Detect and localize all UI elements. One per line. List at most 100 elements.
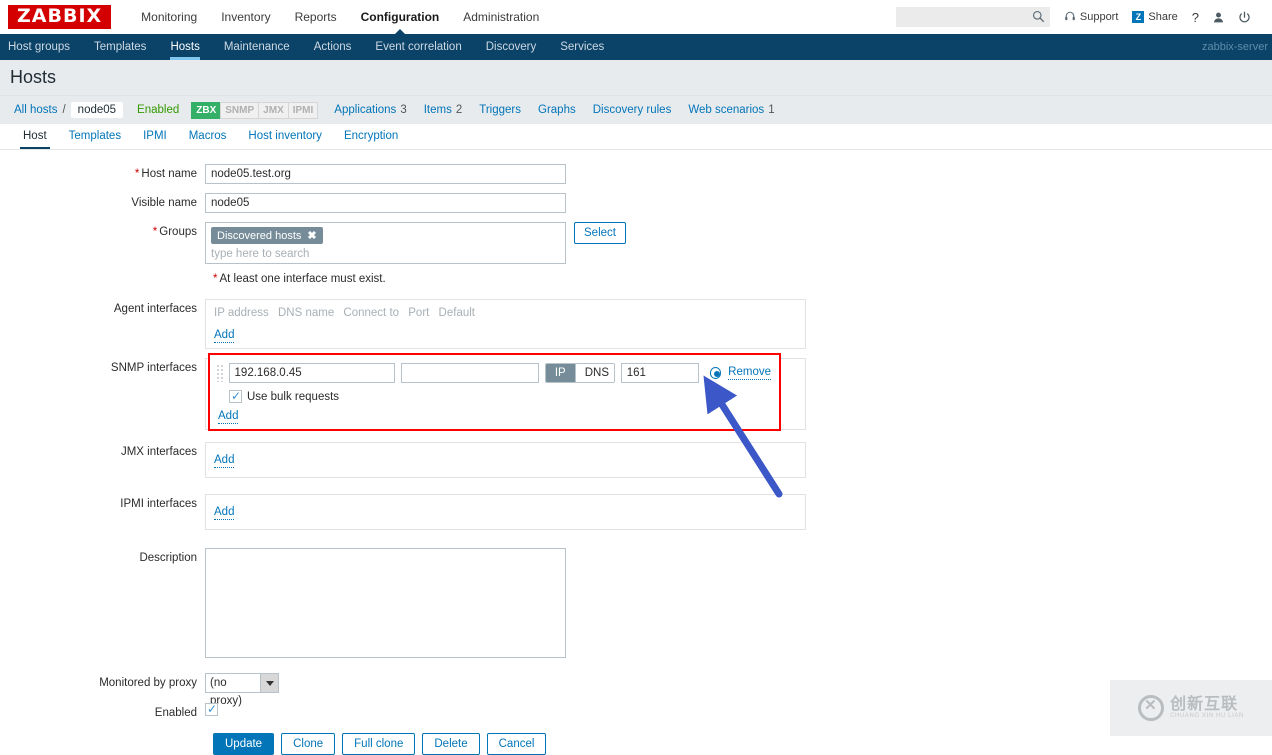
delete-button[interactable]: Delete: [422, 733, 480, 755]
enabled-checkbox[interactable]: [205, 702, 218, 716]
form-actions: Update Clone Full clone Delete Cancel: [213, 733, 1272, 755]
snmp-interfaces-add-link[interactable]: Add: [218, 410, 239, 424]
form-tabs: Host Templates IPMI Macros Host inventor…: [0, 124, 1272, 150]
snmp-interface-row: IP DNS Remove: [216, 363, 771, 383]
agent-interfaces-label: Agent interfaces: [113, 303, 197, 315]
menu-monitoring[interactable]: Monitoring: [129, 0, 209, 34]
link-discovery-rules[interactable]: Discovery rules: [593, 104, 672, 116]
menu-administration[interactable]: Administration: [451, 0, 551, 34]
update-button[interactable]: Update: [213, 733, 275, 755]
count-applications: 3: [400, 104, 407, 116]
zabbix-logo[interactable]: ZABBIX: [8, 5, 112, 29]
tab-host[interactable]: Host: [12, 124, 58, 149]
link-graphs[interactable]: Graphs: [538, 104, 576, 116]
proxy-select[interactable]: (no proxy): [205, 673, 279, 707]
field-snmp-interfaces: SNMP interfaces IP DNS Remove: [0, 353, 1272, 431]
groups-select-button[interactable]: Select: [574, 222, 626, 244]
search-icon: [1032, 10, 1045, 26]
snmp-highlight-box: IP DNS Remove Use bulk requests Add: [208, 353, 781, 431]
subnav-discovery[interactable]: Discovery: [474, 34, 548, 60]
connect-to-ip-option[interactable]: IP: [545, 364, 575, 382]
share-link[interactable]: Z Share: [1132, 11, 1178, 23]
watermark-logo-icon: [1138, 695, 1165, 721]
support-link[interactable]: Support: [1064, 10, 1118, 25]
cancel-button[interactable]: Cancel: [486, 733, 547, 755]
ipmi-interfaces-add-link[interactable]: Add: [214, 506, 235, 520]
col-dns-name: DNS name: [277, 307, 335, 319]
jmx-interfaces-add-link[interactable]: Add: [214, 454, 235, 468]
count-web-scenarios: 1: [768, 104, 775, 116]
visible-name-input[interactable]: [205, 193, 566, 213]
drag-handle-icon[interactable]: [216, 364, 224, 382]
groups-multiselect[interactable]: Discovered hosts ✖ type here to search: [205, 222, 566, 264]
sign-out-icon[interactable]: [1238, 11, 1251, 24]
snmp-dns-input[interactable]: [400, 363, 539, 383]
tab-ipmi[interactable]: IPMI: [132, 124, 178, 149]
tab-host-inventory[interactable]: Host inventory: [237, 124, 333, 149]
breadcrumb: All hosts / node05 Enabled ZBX SNMP JMX …: [0, 96, 1272, 124]
subnav-maintenance[interactable]: Maintenance: [212, 34, 302, 60]
menu-configuration[interactable]: Configuration: [349, 0, 452, 35]
link-items[interactable]: Items: [424, 104, 452, 116]
subnav-host-groups[interactable]: Host groups: [0, 34, 82, 60]
agent-interfaces-panel: IP address DNS name Connect to Port Defa…: [205, 299, 806, 349]
badge-snmp: SNMP: [220, 101, 260, 119]
link-triggers[interactable]: Triggers: [479, 104, 521, 116]
search-input[interactable]: [895, 10, 1026, 24]
clone-button[interactable]: Clone: [281, 733, 336, 755]
link-web-scenarios[interactable]: Web scenarios: [688, 104, 764, 116]
interface-required-hint: * At least one interface must exist.: [213, 273, 386, 285]
snmp-ip-input[interactable]: [228, 363, 395, 383]
visible-name-label: Visible name: [131, 197, 197, 209]
host-status-link[interactable]: Enabled: [137, 104, 179, 116]
host-config-form: *Host name Visible name *Groups Discover…: [0, 150, 1272, 755]
subnav-event-correlation[interactable]: Event correlation: [363, 34, 473, 60]
menu-inventory[interactable]: Inventory: [209, 0, 282, 34]
use-bulk-requests-checkbox[interactable]: [229, 389, 242, 403]
watermark-en-text: CHUANG XIN HU LIAN: [1170, 713, 1244, 720]
subnav-templates[interactable]: Templates: [82, 34, 158, 60]
subnav-services[interactable]: Services: [548, 34, 616, 60]
agent-interfaces-columns: IP address DNS name Connect to Port Defa…: [214, 307, 797, 319]
connect-to-dns-option[interactable]: DNS: [574, 364, 614, 382]
count-items: 2: [455, 104, 463, 116]
breadcrumb-all-hosts[interactable]: All hosts: [14, 104, 57, 116]
badge-jmx: JMX: [258, 101, 289, 119]
groups-label: * Groups: [152, 226, 197, 238]
tab-templates[interactable]: Templates: [58, 124, 132, 149]
group-chip-label: Discovered hosts: [217, 229, 302, 242]
full-clone-button[interactable]: Full clone: [342, 733, 416, 755]
user-profile-icon[interactable]: [1212, 11, 1225, 24]
zabbix-share-icon: Z: [1132, 11, 1145, 23]
proxy-select-value: (no proxy): [210, 677, 242, 707]
watermark: 创新互联 CHUANG XIN HU LIAN: [1110, 680, 1272, 736]
link-applications[interactable]: Applications: [334, 104, 396, 116]
breadcrumb-separator: /: [62, 104, 66, 116]
field-visible-name: Visible name: [0, 193, 1272, 213]
subnav-hosts[interactable]: Hosts: [158, 34, 211, 60]
menu-reports[interactable]: Reports: [283, 0, 349, 34]
host-name-input[interactable]: [205, 164, 566, 184]
field-description: Description: [0, 548, 1272, 661]
group-chip: Discovered hosts ✖: [211, 227, 323, 244]
subnav-actions[interactable]: Actions: [302, 34, 364, 60]
top-header: ZABBIX Monitoring Inventory Reports Conf…: [0, 0, 1272, 35]
agent-interfaces-add-link[interactable]: Add: [214, 329, 235, 343]
snmp-connect-to-toggle[interactable]: IP DNS: [544, 363, 615, 383]
snmp-port-input[interactable]: [620, 363, 699, 383]
field-monitored-by-proxy: Monitored by proxy (no proxy): [0, 673, 1272, 707]
tab-macros[interactable]: Macros: [178, 124, 238, 149]
jmx-interfaces-panel: Add: [205, 442, 806, 478]
snmp-default-radio[interactable]: [709, 367, 722, 379]
use-bulk-requests-label: Use bulk requests: [247, 390, 340, 403]
tab-encryption[interactable]: Encryption: [333, 124, 409, 149]
server-name-label: zabbix-server: [1201, 41, 1268, 53]
help-button[interactable]: ?: [1192, 10, 1199, 25]
interface-badges: ZBX SNMP JMX IPMI: [191, 101, 319, 119]
field-jmx-interfaces: JMX interfaces Add: [0, 442, 1272, 478]
global-search[interactable]: [895, 7, 1050, 27]
watermark-cn-text: 创新互联: [1170, 694, 1239, 714]
description-textarea[interactable]: [205, 548, 566, 658]
snmp-remove-link[interactable]: Remove: [728, 366, 771, 380]
close-icon[interactable]: ✖: [307, 229, 316, 242]
